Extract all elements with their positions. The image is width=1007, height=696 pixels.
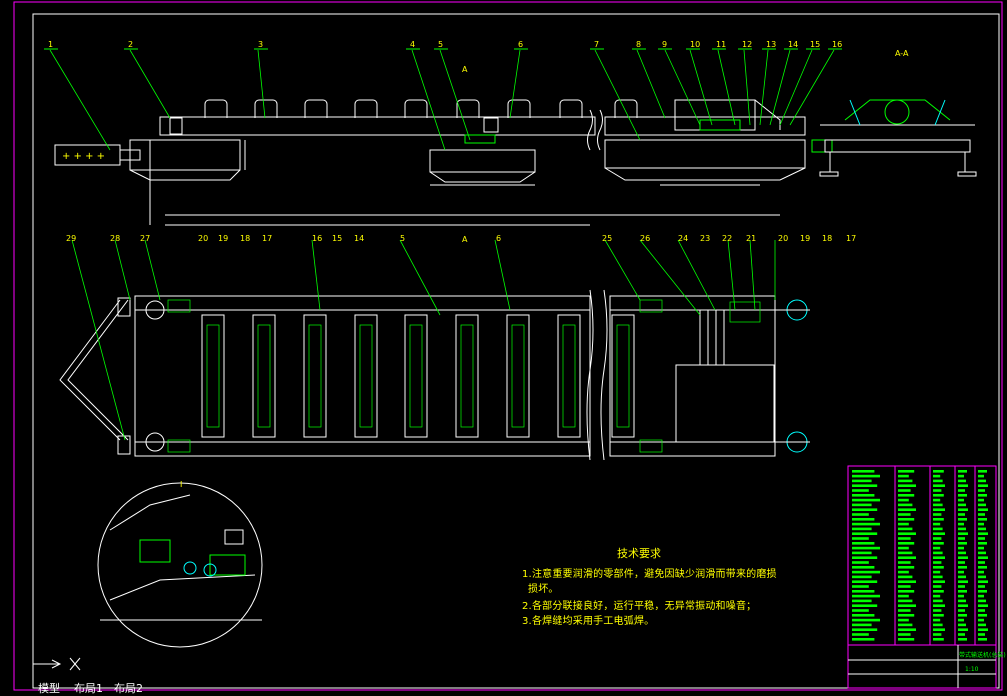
- leader-number-top: 8: [636, 40, 641, 49]
- leader-number-plan: 26: [640, 234, 650, 243]
- leader-number-top: 6: [518, 40, 523, 49]
- leader-number-top: 13: [766, 40, 776, 49]
- leader-number-top: 14: [788, 40, 798, 49]
- leader-number-plan-left: 27: [140, 234, 150, 243]
- leader-number-plan: 21: [746, 234, 756, 243]
- tech-req-line-1: 1.注意重要润滑的零部件，避免因缺少润滑而带来的磨损: [522, 569, 777, 580]
- leader-number-top: 2: [128, 40, 133, 49]
- leader-number-top: 3: [258, 40, 263, 49]
- leader-number-plan: 23: [700, 234, 710, 243]
- leader-number-top: 1: [48, 40, 53, 49]
- layout-tab-bar: 模型 布局1 布局2: [0, 676, 300, 696]
- leader-number-top: 4: [410, 40, 415, 49]
- section-mark-bottom: A: [462, 235, 468, 244]
- leader-number-plan: 19: [218, 234, 228, 243]
- tech-req-title: 技术要求: [617, 547, 661, 560]
- leader-number-plan: 19: [800, 234, 810, 243]
- leader-number-top: 11: [716, 40, 726, 49]
- title-block-scale: 1:10: [965, 666, 979, 673]
- leader-number-plan: 16: [312, 234, 322, 243]
- leader-number-plan: 14: [354, 234, 364, 243]
- section-mark-top: A: [462, 65, 468, 74]
- leader-number-plan: 18: [822, 234, 832, 243]
- leader-number-plan: 22: [722, 234, 732, 243]
- tab-model[interactable]: 模型: [38, 680, 60, 696]
- leader-number-top: 15: [810, 40, 820, 49]
- detail-label: I: [180, 480, 182, 489]
- leader-number-top: 10: [690, 40, 700, 49]
- leader-number-top: 5: [438, 40, 443, 49]
- leader-number-top: 7: [594, 40, 599, 49]
- leader-number-plan: 18: [240, 234, 250, 243]
- leader-number-plan: 5: [400, 234, 405, 243]
- leader-number-top: 12: [742, 40, 752, 49]
- leader-number-plan: 24: [678, 234, 688, 243]
- leader-number-plan: 6: [496, 234, 501, 243]
- tab-layout1[interactable]: 布局1: [74, 680, 103, 696]
- leader-number-top: 9: [662, 40, 667, 49]
- section-label: A-A: [895, 49, 909, 58]
- leader-number-plan: 15: [332, 234, 342, 243]
- leader-number-plan-left: 29: [66, 234, 76, 243]
- tech-req-line-3: 2.各部分联接良好，运行平稳，无异常振动和噪音；: [522, 601, 757, 612]
- leader-number-plan: 20: [778, 234, 788, 243]
- tech-req-line-2: 损坏。: [528, 584, 559, 595]
- leader-number-plan: 25: [602, 234, 612, 243]
- leader-numbers: 1 2 3 4 5 6 7 8 9 10 11 12 13 14 15 16 20 19 18 17 16 15 14 5 6…: [44, 40, 1006, 673]
- leader-number-plan: 17: [846, 234, 856, 243]
- tech-req-line-4: 3.各焊缝均采用手工电弧焊。: [522, 616, 655, 627]
- leader-number-plan-left: 28: [110, 234, 120, 243]
- leader-number-plan: 20: [198, 234, 208, 243]
- tab-layout2[interactable]: 布局2: [114, 680, 143, 696]
- leader-number-top: 16: [832, 40, 842, 49]
- leader-number-plan: 17: [262, 234, 272, 243]
- title-block-drawing-name: 带式输送机(总装): [959, 651, 1006, 659]
